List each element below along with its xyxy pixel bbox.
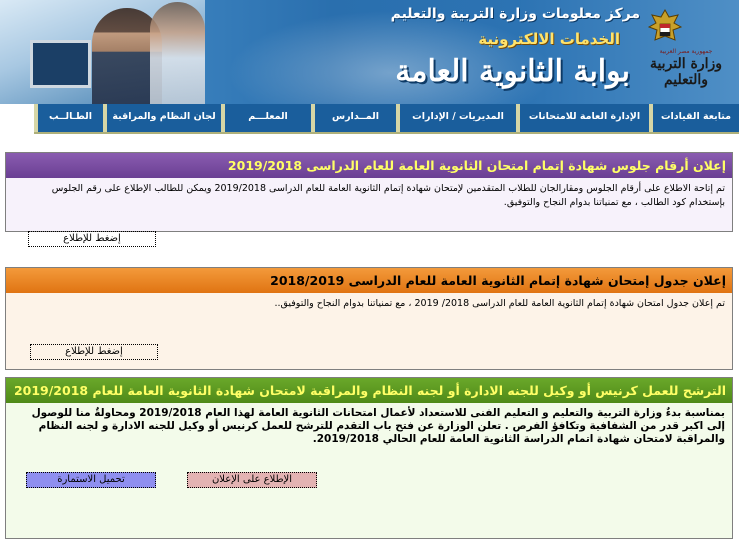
- nav-item-order-committees[interactable]: لجان النظام والمراقبة: [103, 104, 221, 132]
- nav-item-student[interactable]: الطـالــب: [34, 104, 103, 132]
- portal-title: بوابة الثانوية العامة: [395, 54, 630, 89]
- announcement-body: تم إعلان جدول امتحان شهادة إتمام الثانوي…: [274, 298, 725, 309]
- announcement-body: بمناسبة بدءٌ وزارة التربية والتعليم و ال…: [31, 407, 725, 445]
- view-seat-numbers-button[interactable]: إضغط للإطلاع: [28, 231, 156, 247]
- ministry-subtitle: جمهورية مصر العربية: [659, 48, 713, 55]
- computer-screen-image: [30, 40, 91, 88]
- announcement-exam-schedule: إعلان جدول إمتحان شهادة إتمام الثانوية ا…: [5, 267, 733, 370]
- announcement-title: الترشح للعمل كرنيس أو وكيل للجنه الادارة…: [6, 378, 732, 403]
- announcement-seat-numbers: إعلان أرقام جلوس شهادة إتمام امتحان الثا…: [5, 152, 733, 247]
- announcement-committee-nomination: الترشح للعمل كرنيس أو وكيل للجنه الادارة…: [5, 377, 733, 539]
- nav-item-leaders-followup[interactable]: متابعة القيادات: [649, 104, 739, 132]
- download-form-button[interactable]: تحميل الاستمارة: [26, 472, 156, 488]
- announcement-body: تم إتاحة الاطلاع على أرقام الجلوس ومقارا…: [51, 183, 725, 208]
- announcement-title: إعلان أرقام جلوس شهادة إتمام امتحان الثا…: [6, 153, 732, 178]
- view-announcement-button[interactable]: الإطلاع على الإعلان: [187, 472, 317, 488]
- nav-item-directorates[interactable]: المديريات / الإدارات: [396, 104, 516, 132]
- ministry-logo-text: وزارة التربية والتعليم: [649, 56, 723, 88]
- center-title: مركز معلومات وزارة التربية والتعليم: [390, 6, 640, 22]
- nav-item-teacher[interactable]: المعلـــم: [221, 104, 311, 132]
- nav-item-schools[interactable]: المــدارس: [311, 104, 396, 132]
- announcement-title: إعلان جدول إمتحان شهادة إتمام الثانوية ا…: [6, 268, 732, 293]
- nav-item-exams-administration[interactable]: الإدارة العامة للامتحانات: [516, 104, 649, 132]
- header-banner: جمهورية مصر العربية وزارة التربية والتعل…: [0, 0, 739, 104]
- services-title: الخدمات الالكترونية: [478, 30, 620, 48]
- main-nav: متابعة القيادات الإدارة العامة للامتحانا…: [34, 104, 739, 134]
- students-photo: [0, 0, 205, 104]
- student-image-2: [150, 2, 205, 104]
- egypt-eagle-emblem-icon: [648, 8, 682, 41]
- view-exam-schedule-button[interactable]: إضغط للإطلاع: [30, 344, 158, 360]
